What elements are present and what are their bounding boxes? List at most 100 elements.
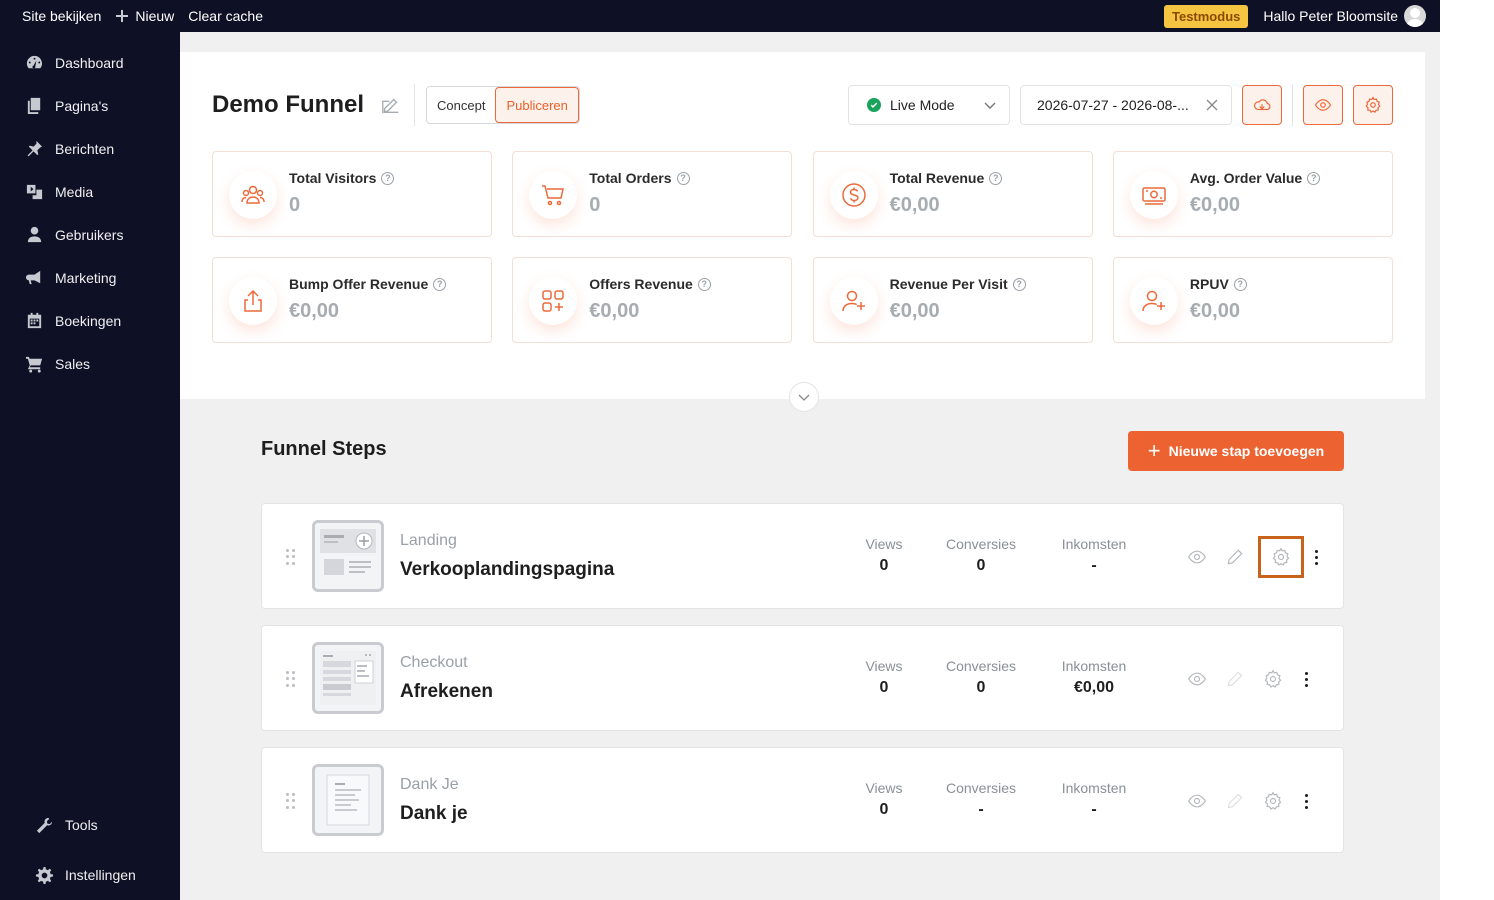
view-site-link[interactable]: Site bekijken — [15, 0, 108, 32]
admin-sidebar: Dashboard Pagina's Berichten Media Gebru… — [0, 32, 180, 900]
help-icon[interactable]: ? — [676, 171, 690, 185]
drag-handle-icon[interactable] — [286, 793, 296, 809]
step-type: Landing — [400, 532, 457, 549]
user-account-menu[interactable]: Hallo Peter Bloomsite — [1256, 0, 1426, 32]
step-thumbnail — [312, 764, 384, 836]
funnel-settings-button[interactable] — [1353, 85, 1393, 125]
cloud-download-icon — [1253, 99, 1271, 111]
step-settings-button[interactable] — [1258, 664, 1288, 694]
metric-label: Conversies — [945, 658, 1017, 674]
dashboard-icon — [24, 53, 44, 73]
clear-date-icon[interactable] — [1205, 98, 1219, 112]
edit-step-button[interactable] — [1220, 542, 1250, 572]
stat-value: €0,00 — [589, 300, 640, 322]
stat-card-total-orders: Total Orders? 0 — [512, 151, 793, 237]
metric-views: Views 0 — [854, 536, 914, 575]
metric-views: Views 0 — [854, 780, 914, 819]
gear-icon — [1272, 547, 1290, 566]
new-menu[interactable]: Nieuw — [108, 0, 181, 32]
user-plus-icon — [1129, 277, 1178, 325]
stat-value: €0,00 — [1189, 194, 1240, 216]
date-range-input[interactable]: 2026-07-27 - 2026-08-... — [1020, 85, 1232, 125]
stat-value: 0 — [289, 194, 301, 216]
more-options-icon[interactable] — [1298, 786, 1314, 816]
metric-conversions: Conversies 0 — [943, 536, 1019, 575]
mode-select[interactable]: Live Mode — [848, 85, 1010, 125]
sidebar-item-marketing[interactable]: Marketing — [0, 256, 180, 299]
sidebar-item-label: Gebruikers — [55, 226, 124, 243]
stat-card-offers-revenue: Offers Revenue? €0,00 — [512, 257, 793, 343]
plus-icon: + — [1147, 438, 1161, 463]
help-icon[interactable]: ? — [1307, 171, 1321, 185]
step-settings-button[interactable] — [1258, 786, 1288, 816]
stat-label: Bump Offer Revenue? — [289, 276, 447, 292]
gear-icon — [1365, 96, 1381, 114]
help-icon[interactable]: ? — [697, 277, 711, 291]
metric-income: Inkomsten - — [1054, 536, 1134, 575]
stat-value: 0 — [589, 194, 601, 216]
help-icon[interactable]: ? — [1012, 277, 1026, 291]
stat-label-text: Total Visitors — [289, 170, 377, 186]
drag-handle-icon[interactable] — [286, 671, 296, 687]
sidebar-item-label: Sales — [55, 355, 91, 372]
clear-cache-link[interactable]: Clear cache — [181, 0, 270, 32]
sidebar-item-media[interactable]: Media — [0, 170, 180, 213]
share-icon — [229, 277, 277, 325]
view-step-button[interactable] — [1182, 786, 1212, 816]
sidebar-item-bookings[interactable]: Boekingen — [0, 299, 180, 342]
view-step-button[interactable] — [1182, 664, 1212, 694]
more-options-icon[interactable] — [1298, 664, 1314, 694]
help-icon[interactable]: ? — [381, 171, 395, 185]
metric-conversions: Conversies 0 — [943, 658, 1019, 697]
calendar-icon — [24, 311, 44, 331]
status-option-concept[interactable]: Concept — [427, 87, 495, 123]
status-option-publish[interactable]: Publiceren — [495, 87, 579, 123]
step-name[interactable]: Dank je — [400, 803, 468, 825]
more-options-icon[interactable] — [1308, 542, 1324, 572]
add-step-label: Nieuwe stap toevoegen — [1168, 443, 1325, 459]
edit-step-button[interactable] — [1220, 664, 1250, 694]
stat-value: €0,00 — [1189, 300, 1240, 322]
step-name[interactable]: Verkooplandingspagina — [400, 559, 614, 581]
metric-value: - — [1091, 557, 1097, 574]
sidebar-item-dashboard[interactable]: Dashboard — [0, 41, 180, 84]
gear-icon — [1264, 669, 1282, 688]
metric-label: Views — [865, 658, 903, 674]
metric-income: Inkomsten €0,00 — [1054, 658, 1134, 697]
step-settings-button[interactable] — [1258, 536, 1304, 578]
stat-card-bump-offer-revenue: Bump Offer Revenue? €0,00 — [212, 257, 492, 343]
sidebar-item-tools[interactable]: Tools — [0, 800, 180, 850]
stat-label: Offers Revenue? — [589, 276, 711, 292]
clear-cache-label: Clear cache — [188, 8, 263, 24]
sidebar-item-pages[interactable]: Pagina's — [0, 84, 180, 127]
metric-label: Inkomsten — [1061, 536, 1127, 552]
testmode-badge[interactable]: Testmodus — [1163, 4, 1249, 28]
view-step-button[interactable] — [1182, 542, 1212, 572]
sidebar-item-posts[interactable]: Berichten — [0, 127, 180, 170]
sidebar-item-settings[interactable]: Instellingen — [0, 850, 180, 900]
drag-handle-icon[interactable] — [286, 549, 296, 565]
collapse-stats-button[interactable] — [789, 382, 819, 412]
stat-card-revenue-per-visit: Revenue Per Visit? €0,00 — [812, 257, 1093, 343]
export-button[interactable] — [1242, 85, 1282, 125]
user-icon — [24, 225, 44, 245]
help-icon[interactable]: ? — [433, 277, 447, 291]
sidebar-item-label: Tools — [65, 817, 98, 833]
step-card-thank-you: Dank Je Dank je Views 0 Conversies - Inkom… — [261, 747, 1344, 853]
step-name[interactable]: Afrekenen — [400, 681, 493, 703]
grid-plus-icon — [529, 277, 578, 325]
sidebar-item-users[interactable]: Gebruikers — [0, 213, 180, 256]
stat-card-total-revenue: Total Revenue? €0,00 — [812, 151, 1093, 237]
edit-step-button[interactable] — [1220, 786, 1250, 816]
pages-icon — [24, 96, 44, 116]
help-icon[interactable]: ? — [1233, 277, 1247, 291]
stat-label-text: Offers Revenue — [589, 276, 693, 292]
stat-label: RPUV? — [1190, 276, 1247, 292]
step-actions — [1182, 536, 1324, 578]
step-type: Checkout — [400, 654, 468, 671]
add-step-button[interactable]: + Nieuwe stap toevoegen — [1128, 431, 1344, 471]
preview-button[interactable] — [1303, 85, 1343, 125]
help-icon[interactable]: ? — [989, 171, 1003, 185]
edit-title-button[interactable] — [380, 94, 402, 116]
sidebar-item-sales[interactable]: Sales — [0, 342, 180, 385]
